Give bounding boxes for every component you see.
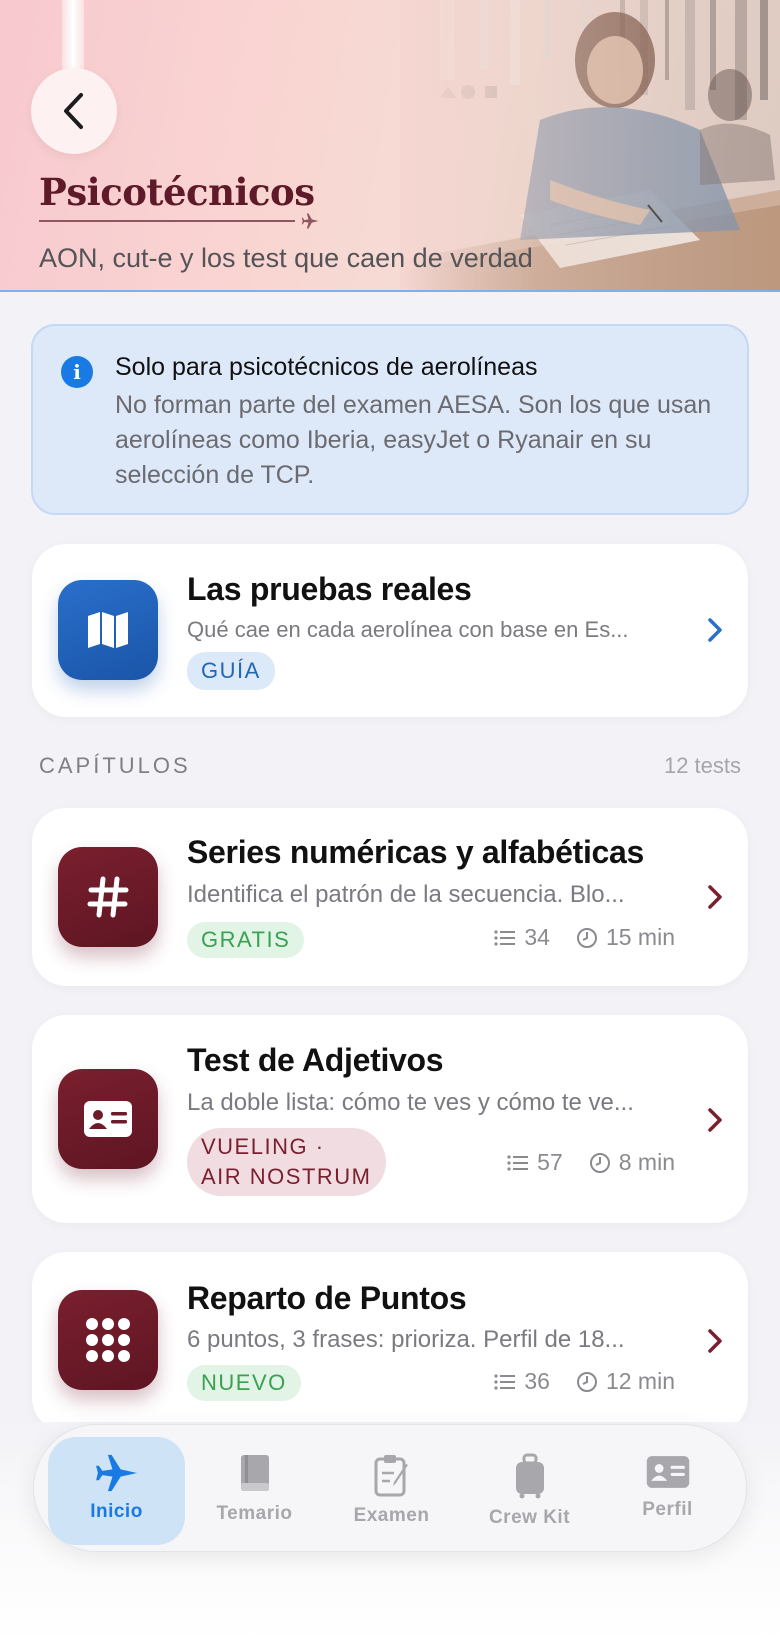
id-card-icon — [646, 1456, 689, 1488]
clock-icon — [576, 927, 597, 948]
hash-icon — [87, 876, 129, 918]
header-banner: Psicotécnicos AON, cut-e y los test que … — [0, 0, 780, 292]
chapter-description: La doble lista: cómo te ves y cómo te ve… — [187, 1089, 634, 1116]
duration: 15 min — [605, 924, 675, 950]
header-pole-decoration — [62, 0, 84, 70]
clock-icon — [589, 1152, 610, 1173]
grid-dots-icon — [86, 1318, 130, 1362]
chapter-title: Test de Adjetivos — [187, 1042, 444, 1078]
chevron-right-icon — [708, 885, 722, 909]
chapter-tile — [58, 847, 158, 947]
list-icon — [507, 1154, 529, 1171]
clock-icon — [576, 1371, 597, 1392]
map-icon — [88, 612, 128, 648]
airplane-icon — [95, 1454, 137, 1492]
badge-line: AIR NOSTRUM — [201, 1164, 372, 1189]
chapter-meta: 34 15 min — [494, 924, 675, 951]
tab-temario[interactable]: Temario — [186, 1437, 323, 1545]
badge-line: VUELING · — [201, 1134, 325, 1159]
book-icon — [240, 1455, 269, 1491]
info-banner: i Solo para psicotécnicos de aerolíneas … — [31, 324, 749, 515]
chapter-meta: 57 8 min — [507, 1149, 675, 1176]
tab-crew-kit[interactable]: Crew Kit — [461, 1437, 598, 1545]
chapter-title: Reparto de Puntos — [187, 1280, 467, 1316]
chevron-right-icon — [708, 1108, 722, 1132]
info-body: No forman parte del examen AESA. Son los… — [115, 391, 712, 489]
chapter-card[interactable]: Series numéricas y alfabéticas Identific… — [32, 808, 748, 986]
page-title: Psicotécnicos — [39, 170, 315, 214]
info-icon: i — [61, 356, 93, 388]
tab-label: Inicio — [90, 1501, 143, 1522]
id-card-icon — [84, 1101, 132, 1137]
tab-bar: Inicio Temario Examen Crew Kit Perfil — [33, 1424, 747, 1552]
chapter-description: Identifica el patrón de la secuencia. Bl… — [187, 881, 625, 908]
suitcase-icon — [515, 1453, 544, 1499]
question-count: 34 — [524, 924, 550, 950]
chapter-card[interactable]: Test de Adjetivos La doble lista: cómo t… — [32, 1015, 748, 1223]
chapter-badge: VUELING · AIR NOSTRUM — [187, 1128, 386, 1196]
list-icon — [494, 1373, 516, 1390]
chapter-title: Series numéricas y alfabéticas — [187, 834, 645, 870]
guide-badge: GUÍA — [187, 652, 275, 690]
clipboard-pen-icon — [374, 1455, 408, 1497]
duration: 12 min — [605, 1368, 675, 1394]
chapter-card[interactable]: Reparto de Puntos 6 puntos, 3 frases: pr… — [32, 1252, 748, 1432]
tab-label: Examen — [353, 1505, 430, 1526]
guide-card-title: Las pruebas reales — [187, 571, 472, 607]
tab-perfil[interactable]: Perfil — [599, 1437, 736, 1545]
info-title: Solo para psicotécnicos de aerolíneas — [115, 353, 538, 381]
section-tests-count: 12 tests — [663, 753, 741, 778]
duration: 8 min — [618, 1149, 675, 1175]
chapter-meta: 36 12 min — [494, 1368, 675, 1395]
tab-label: Crew Kit — [488, 1507, 571, 1528]
title-underline — [39, 220, 295, 222]
guide-tile — [58, 580, 158, 680]
question-count: 57 — [537, 1149, 563, 1175]
guide-card[interactable]: Las pruebas reales Qué cae en cada aerol… — [32, 544, 748, 717]
chevron-right-icon — [708, 618, 722, 642]
tab-examen[interactable]: Examen — [323, 1437, 460, 1545]
back-button[interactable] — [31, 68, 117, 154]
list-icon — [494, 929, 516, 946]
tab-inicio[interactable]: Inicio — [48, 1437, 185, 1545]
tab-label: Temario — [216, 1503, 293, 1524]
tab-label: Perfil — [642, 1499, 693, 1520]
page-subtitle: AON, cut-e y los test que caen de verdad — [39, 243, 533, 273]
chapter-description: 6 puntos, 3 frases: prioriza. Perfil de … — [187, 1326, 625, 1353]
chevron-right-icon — [708, 1329, 722, 1353]
chapter-tile — [58, 1290, 158, 1390]
question-count: 36 — [524, 1368, 550, 1394]
small-airplane-icon — [301, 213, 319, 229]
chapter-tile — [58, 1069, 158, 1169]
chapter-badge: GRATIS — [187, 922, 305, 958]
chevron-left-icon — [64, 93, 83, 129]
guide-card-description: Qué cae en cada aerolínea con base en Es… — [187, 617, 629, 642]
chapter-badge: NUEVO — [187, 1365, 301, 1401]
section-label-chapters: CAPÍTULOS — [39, 753, 191, 778]
